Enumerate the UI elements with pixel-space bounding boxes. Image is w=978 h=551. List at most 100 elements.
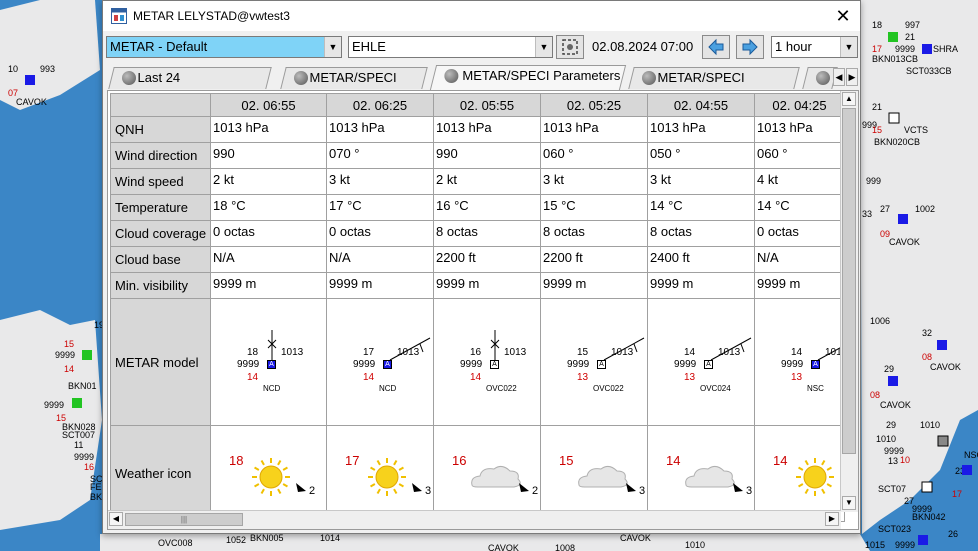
map-station-marker[interactable]: [922, 44, 932, 54]
next-button[interactable]: [736, 35, 764, 59]
table-cell[interactable]: 18 °C: [210, 194, 327, 221]
table-cell[interactable]: 1013 hPa: [326, 116, 434, 143]
tab-scroll-left-button[interactable]: ◀: [833, 68, 845, 86]
weather-icon-cell[interactable]: 17 3: [326, 425, 434, 522]
chevron-down-icon[interactable]: ▼: [840, 37, 857, 57]
map-station-marker[interactable]: [962, 465, 972, 475]
table-cell[interactable]: 060 °: [754, 142, 845, 169]
table-cell[interactable]: 15 °C: [540, 194, 648, 221]
column-header[interactable]: 02. 06:25: [326, 93, 434, 117]
map-station-marker[interactable]: [898, 214, 908, 224]
profile-select[interactable]: METAR - Default ▼: [106, 36, 342, 58]
table-cell[interactable]: 0 octas: [210, 220, 327, 247]
table-cell[interactable]: 9999 m: [210, 272, 327, 299]
table-cell[interactable]: 14 °C: [647, 194, 755, 221]
map-station-marker[interactable]: [921, 481, 933, 493]
scroll-left-button[interactable]: ◀: [109, 512, 123, 526]
tab-day[interactable]: METAR/SPECI Day: [280, 67, 428, 105]
table-cell[interactable]: 16 °C: [433, 194, 541, 221]
vertical-scrollbar[interactable]: ▲ ▼: [840, 91, 858, 512]
weather-icon-cell[interactable]: 18 2: [210, 425, 327, 522]
scroll-right-button[interactable]: ▶: [825, 512, 839, 526]
tab-globe-icon: [816, 71, 830, 85]
table-cell[interactable]: 8 octas: [433, 220, 541, 247]
map-label: 26: [948, 529, 958, 539]
metar-model-cell[interactable]: 16 1013 9999 14 OVC022 A: [433, 298, 541, 426]
table-cell[interactable]: 9999 m: [433, 272, 541, 299]
table-cell[interactable]: 050 °: [647, 142, 755, 169]
table-cell[interactable]: 070 °: [326, 142, 434, 169]
map-station-marker[interactable]: [72, 398, 82, 408]
tab-parameters[interactable]: METAR/SPECI Parameters: [429, 65, 627, 90]
tab-scroll-right-button[interactable]: ▶: [846, 68, 858, 86]
scroll-up-button[interactable]: ▲: [842, 92, 856, 106]
table-cell[interactable]: 0 octas: [326, 220, 434, 247]
table-cell[interactable]: 2400 ft: [647, 246, 755, 273]
table-cell[interactable]: 2 kt: [433, 168, 541, 195]
table-cell[interactable]: 2200 ft: [433, 246, 541, 273]
table-cell[interactable]: 9999 m: [540, 272, 648, 299]
table-cell[interactable]: 9999 m: [754, 272, 845, 299]
table-cell[interactable]: 990: [433, 142, 541, 169]
table-cell[interactable]: 3 kt: [326, 168, 434, 195]
scroll-thumb[interactable]: |||: [125, 513, 243, 526]
table-cell[interactable]: 2200 ft: [540, 246, 648, 273]
metar-model-cell[interactable]: 14 1013 9999 13 OVC024 A: [647, 298, 755, 426]
station-select[interactable]: EHLE ▼: [348, 36, 553, 58]
metar-model-cell[interactable]: 15 1013 9999 13 OVC022 A: [540, 298, 648, 426]
table-cell[interactable]: 1013 hPa: [540, 116, 648, 143]
table-cell[interactable]: 0 octas: [754, 220, 845, 247]
interval-select[interactable]: 1 hour ▼: [771, 36, 858, 58]
table-cell[interactable]: N/A: [326, 246, 434, 273]
tab-reports[interactable]: METAR/SPECI Reports: [628, 67, 800, 105]
map-station-marker[interactable]: [937, 435, 949, 447]
table-cell[interactable]: 1013 hPa: [433, 116, 541, 143]
weather-icon-cell[interactable]: 16 2: [433, 425, 541, 522]
column-header[interactable]: 02. 06:55: [210, 93, 327, 117]
table-cell[interactable]: 17 °C: [326, 194, 434, 221]
map-station-marker[interactable]: [82, 350, 92, 360]
table-cell[interactable]: N/A: [754, 246, 845, 273]
table-cell[interactable]: 3 kt: [540, 168, 648, 195]
table-cell[interactable]: 9999 m: [647, 272, 755, 299]
table-cell[interactable]: 060 °: [540, 142, 648, 169]
table-cell[interactable]: 9999 m: [326, 272, 434, 299]
chevron-down-icon[interactable]: ▼: [535, 37, 552, 57]
metar-model-cell[interactable]: 17 1013 9999 14 NCD A: [326, 298, 434, 426]
map-station-marker[interactable]: [888, 32, 898, 42]
map-station-marker[interactable]: [937, 340, 947, 350]
column-header[interactable]: 02. 04:55: [647, 93, 755, 117]
table-cell[interactable]: 8 octas: [540, 220, 648, 247]
horizontal-scrollbar[interactable]: ◀ ||| ▶: [108, 510, 841, 529]
scroll-thumb[interactable]: [842, 108, 856, 454]
map-station-marker[interactable]: [888, 112, 900, 124]
table-cell[interactable]: 2 kt: [210, 168, 327, 195]
column-header[interactable]: 02. 04:25: [754, 93, 845, 117]
map-station-marker[interactable]: [25, 75, 35, 85]
table-cell[interactable]: 8 octas: [647, 220, 755, 247]
scroll-down-button[interactable]: ▼: [842, 496, 856, 510]
previous-button[interactable]: [702, 35, 730, 59]
table-cell[interactable]: 1013 hPa: [210, 116, 327, 143]
weather-icon-cell[interactable]: 14 3: [647, 425, 755, 522]
map-station-marker[interactable]: [918, 535, 928, 545]
table-cell[interactable]: 1013 hPa: [754, 116, 845, 143]
column-header[interactable]: 02. 05:25: [540, 93, 648, 117]
tab-last-24[interactable]: Last 24 METAR/SPECI: [108, 67, 272, 105]
table-cell[interactable]: 990: [210, 142, 327, 169]
title-bar[interactable]: METAR LELYSTAD@vwtest3 ✕: [103, 1, 860, 31]
table-cell[interactable]: N/A: [210, 246, 327, 273]
column-header[interactable]: 02. 05:55: [433, 93, 541, 117]
weather-icon-cell[interactable]: 14: [754, 425, 845, 522]
metar-model-cell[interactable]: 18 1013 9999 14 NCD A: [210, 298, 327, 426]
table-cell[interactable]: 4 kt: [754, 168, 845, 195]
table-cell[interactable]: 3 kt: [647, 168, 755, 195]
weather-icon-cell[interactable]: 15 3: [540, 425, 648, 522]
map-station-marker[interactable]: [888, 376, 898, 386]
close-button[interactable]: ✕: [826, 1, 860, 31]
chevron-down-icon[interactable]: ▼: [324, 37, 341, 57]
table-cell[interactable]: 14 °C: [754, 194, 845, 221]
refresh-button[interactable]: [556, 35, 584, 59]
metar-model-cell[interactable]: 141013999913NSCA: [754, 298, 845, 426]
table-cell[interactable]: 1013 hPa: [647, 116, 755, 143]
